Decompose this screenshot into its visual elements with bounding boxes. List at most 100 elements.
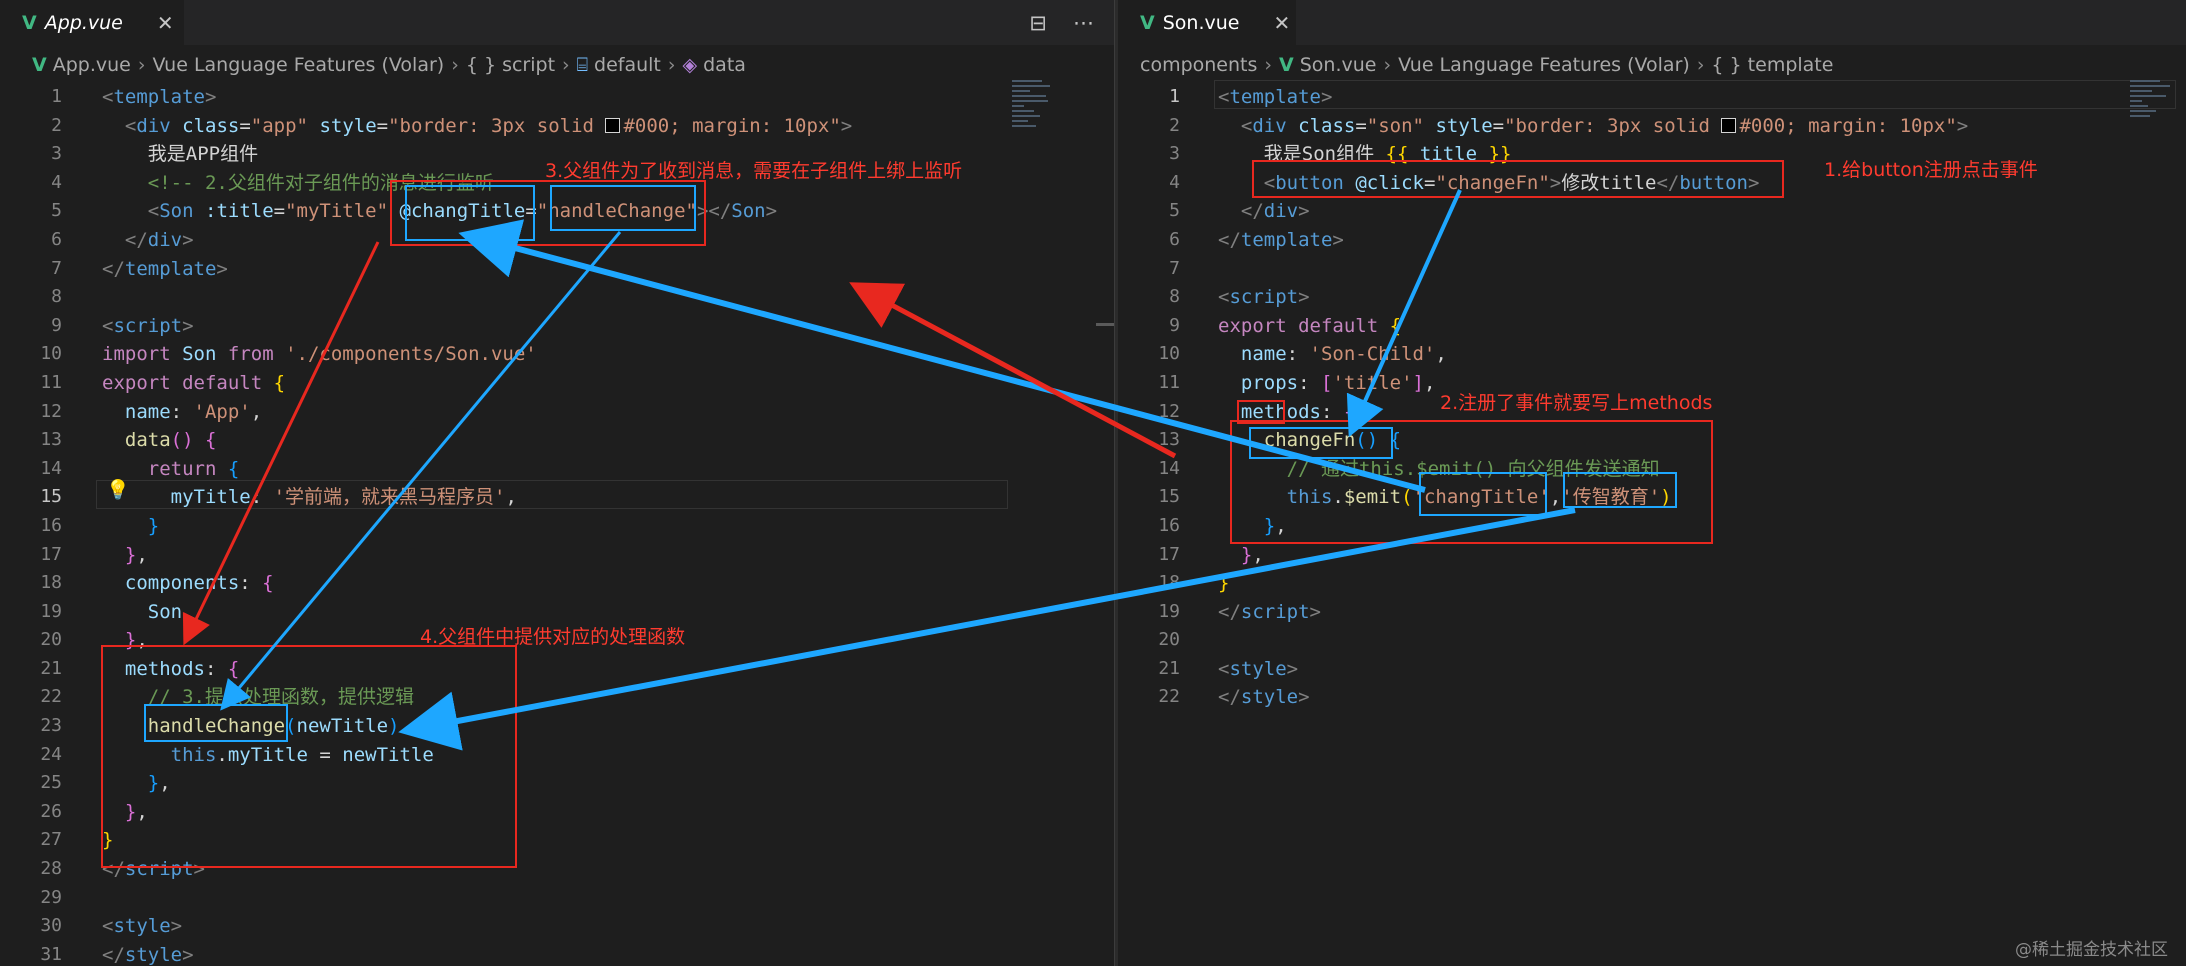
scrollbar-thumb[interactable]	[1096, 323, 1114, 326]
code-token: ,	[1252, 543, 1264, 566]
code-text: data() {	[102, 426, 217, 455]
code-token: {	[227, 457, 240, 480]
code-line[interactable]: 22 </style>	[1118, 683, 2186, 712]
code-line[interactable]: 15 myTitle: '学前端，就来黑马程序员',	[0, 483, 1114, 512]
watermark: @稀土掘金技术社区	[2015, 940, 2168, 960]
code-line[interactable]: 17 },	[0, 541, 1114, 570]
close-icon[interactable]: ✕	[157, 11, 174, 35]
code-line[interactable]: 13 data() {	[0, 426, 1114, 455]
code-line[interactable]: 8 <script>	[1118, 283, 2186, 312]
code-token: <	[1218, 86, 1230, 108]
code-line[interactable]: 20	[1118, 626, 2186, 655]
code-token: script	[1229, 286, 1299, 309]
more-actions-icon[interactable]: ⋯	[1073, 11, 1094, 35]
code-line[interactable]: 9 <script>	[0, 312, 1114, 341]
code-token: name	[1240, 343, 1287, 366]
tab-app-vue[interactable]: V App.vue ✕	[0, 0, 184, 45]
minimap[interactable]	[1012, 80, 1052, 150]
code-token: class	[182, 114, 240, 137]
code-token: ,	[250, 400, 263, 423]
code-line[interactable]: 18}	[1118, 569, 2186, 598]
code-text: <style>	[102, 912, 182, 941]
breadcrumb-item[interactable]: { } script	[466, 54, 555, 76]
code-line[interactable]: 1 <template>	[0, 83, 1114, 112]
code-token: template	[1229, 86, 1321, 108]
code-token: div	[136, 114, 171, 137]
code-line[interactable]: 14 return {	[0, 455, 1114, 484]
breadcrumb-item[interactable]: { } template	[1711, 54, 1833, 76]
line-number: 3	[51, 143, 62, 165]
code-line[interactable]: 6 </template>	[1118, 226, 2186, 255]
code-token: =	[376, 114, 389, 137]
code-text: }	[102, 512, 159, 541]
code-line[interactable]: 10 import Son from './components/Son.vue'	[0, 340, 1114, 369]
code-line[interactable]: 19 </script>	[1118, 598, 2186, 627]
code-line[interactable]: 29	[0, 884, 1114, 913]
line-number: 8	[51, 286, 62, 308]
close-icon[interactable]: ✕	[1273, 11, 1290, 35]
split-editor-icon[interactable]: ⊟	[1029, 11, 1047, 35]
code-line[interactable]: 1 <template>	[1118, 83, 2186, 112]
code-line[interactable]: 2 <div class="app" style="border: 3px so…	[0, 112, 1114, 141]
breadcrumb-item[interactable]: App.vue	[53, 54, 131, 76]
code-token: 'title'	[1332, 371, 1413, 394]
code-line[interactable]: 16 }	[0, 512, 1114, 541]
code-line[interactable]: 11 export default {	[0, 369, 1114, 398]
breadcrumb-item[interactable]: Son.vue	[1300, 54, 1377, 76]
code-token: >	[1298, 200, 1310, 223]
code-token: props	[1240, 371, 1299, 394]
lightbulb-icon[interactable]: 💡	[106, 478, 130, 501]
minimap[interactable]	[2130, 80, 2170, 150]
code-token: >	[1332, 228, 1344, 251]
code-line[interactable]: 12 name: 'App',	[0, 398, 1114, 427]
code-token: ]	[1412, 371, 1424, 394]
code-text: </div>	[1218, 197, 1310, 226]
color-swatch-icon[interactable]	[605, 117, 621, 133]
breadcrumb-item[interactable]: components	[1140, 54, 1257, 76]
code-line[interactable]: 5 </div>	[1118, 197, 2186, 226]
breadcrumb-item[interactable]: Vue Language Features (Volar)	[1398, 54, 1690, 76]
code-line[interactable]: 8	[0, 283, 1114, 312]
line-number: 16	[40, 514, 62, 536]
line-number: 17	[40, 543, 62, 565]
code-line[interactable]: 10 name: 'Son-Child',	[1118, 340, 2186, 369]
tab-son-vue[interactable]: V Son.vue ✕	[1118, 0, 1296, 45]
line-number: 4	[1169, 171, 1180, 193]
code-line[interactable]: 7	[1118, 255, 2186, 284]
code-line[interactable]: 7 </template>	[0, 255, 1114, 284]
tab-bar: V App.vue ✕ ⊟ ⋯	[0, 0, 1114, 45]
line-number: 15	[40, 486, 62, 508]
code-line[interactable]: 17 },	[1118, 541, 2186, 570]
code-token: </	[1218, 600, 1241, 623]
line-number: 25	[40, 772, 62, 794]
code-line[interactable]: 2 <div class="son" style="border: 3px so…	[1118, 112, 2186, 141]
color-swatch-icon[interactable]	[1721, 117, 1737, 133]
line-number: 11	[1158, 371, 1180, 393]
code-text: name: 'App',	[102, 398, 262, 427]
code-line[interactable]: 30 <style>	[0, 912, 1114, 941]
code-token: >	[1320, 86, 1333, 108]
chevron-right-icon: ›	[562, 54, 570, 76]
code-line[interactable]: 18 components: {	[0, 569, 1114, 598]
annotation-label-step1: 1.给button注册点击事件	[1824, 159, 2038, 181]
code-token: :title	[205, 200, 274, 223]
line-number: 17	[1158, 543, 1180, 565]
breadcrumb-item[interactable]: Vue Language Features (Volar)	[152, 54, 444, 76]
code-token: style	[113, 915, 171, 938]
code-token: {	[273, 371, 286, 394]
code-line[interactable]: 31 </style>	[0, 941, 1114, 966]
code-line[interactable]: 9 export default {	[1118, 312, 2186, 341]
code-line[interactable]: 21 <style>	[1118, 655, 2186, 684]
breadcrumb-item[interactable]: data	[703, 54, 746, 76]
breadcrumb-item[interactable]: default	[594, 54, 661, 76]
line-number: 1	[51, 86, 62, 107]
code-token: from	[227, 343, 274, 366]
code-token: >	[204, 86, 217, 108]
code-token: {	[262, 572, 274, 595]
